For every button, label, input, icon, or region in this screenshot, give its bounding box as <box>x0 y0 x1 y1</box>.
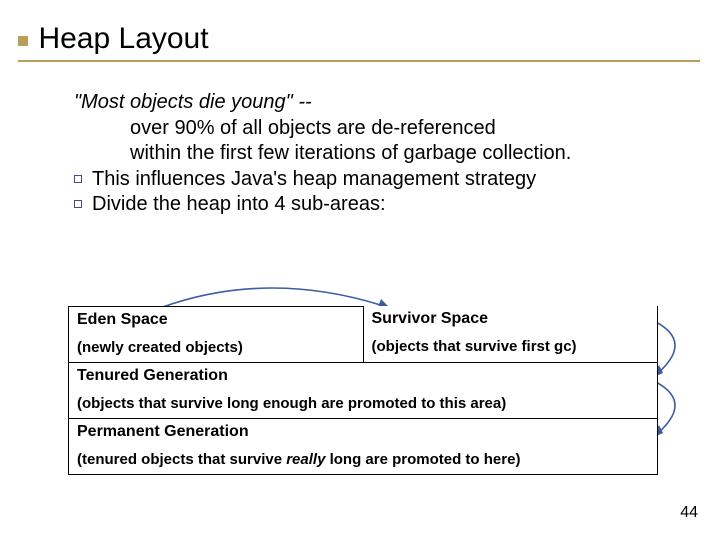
bullet-2: Divide the heap into 4 sub-areas: <box>74 192 680 218</box>
indent-line-2: within the first few iterations of garba… <box>74 141 680 167</box>
indent-line-1: over 90% of all objects are de-reference… <box>74 116 680 142</box>
permanent-name: Permanent Generation <box>77 423 249 440</box>
square-bullet-icon <box>74 200 82 208</box>
eden-space-cell: Eden Space (newly created objects) <box>68 306 364 363</box>
eden-desc: (newly created objects) <box>77 339 355 356</box>
quote-line: "Most objects die young" -- <box>74 90 680 116</box>
eden-name: Eden Space <box>77 311 168 328</box>
bullet-1-text: This influences Java's heap management s… <box>92 168 536 190</box>
body-text: "Most objects die young" -- over 90% of … <box>0 62 720 218</box>
permanent-desc: (tenured objects that survive really lon… <box>77 451 649 468</box>
tenured-cell: Tenured Generation (objects that survive… <box>68 363 658 419</box>
survivor-name: Survivor Space <box>372 310 489 327</box>
title-bullet <box>18 36 28 46</box>
slide-title: Heap Layout <box>38 22 208 55</box>
heap-areas-table: Eden Space (newly created objects) Survi… <box>68 306 658 475</box>
survivor-space-cell: Survivor Space (objects that survive fir… <box>364 306 659 363</box>
tenured-name: Tenured Generation <box>77 367 228 384</box>
page-number: 44 <box>680 504 698 522</box>
survivor-desc: (objects that survive first gc) <box>372 338 650 355</box>
square-bullet-icon <box>74 175 82 183</box>
permanent-cell: Permanent Generation (tenured objects th… <box>68 419 658 475</box>
tenured-desc: (objects that survive long enough are pr… <box>77 395 649 412</box>
bullet-1: This influences Java's heap management s… <box>74 167 680 193</box>
bullet-2-text: Divide the heap into 4 sub-areas: <box>92 193 386 215</box>
